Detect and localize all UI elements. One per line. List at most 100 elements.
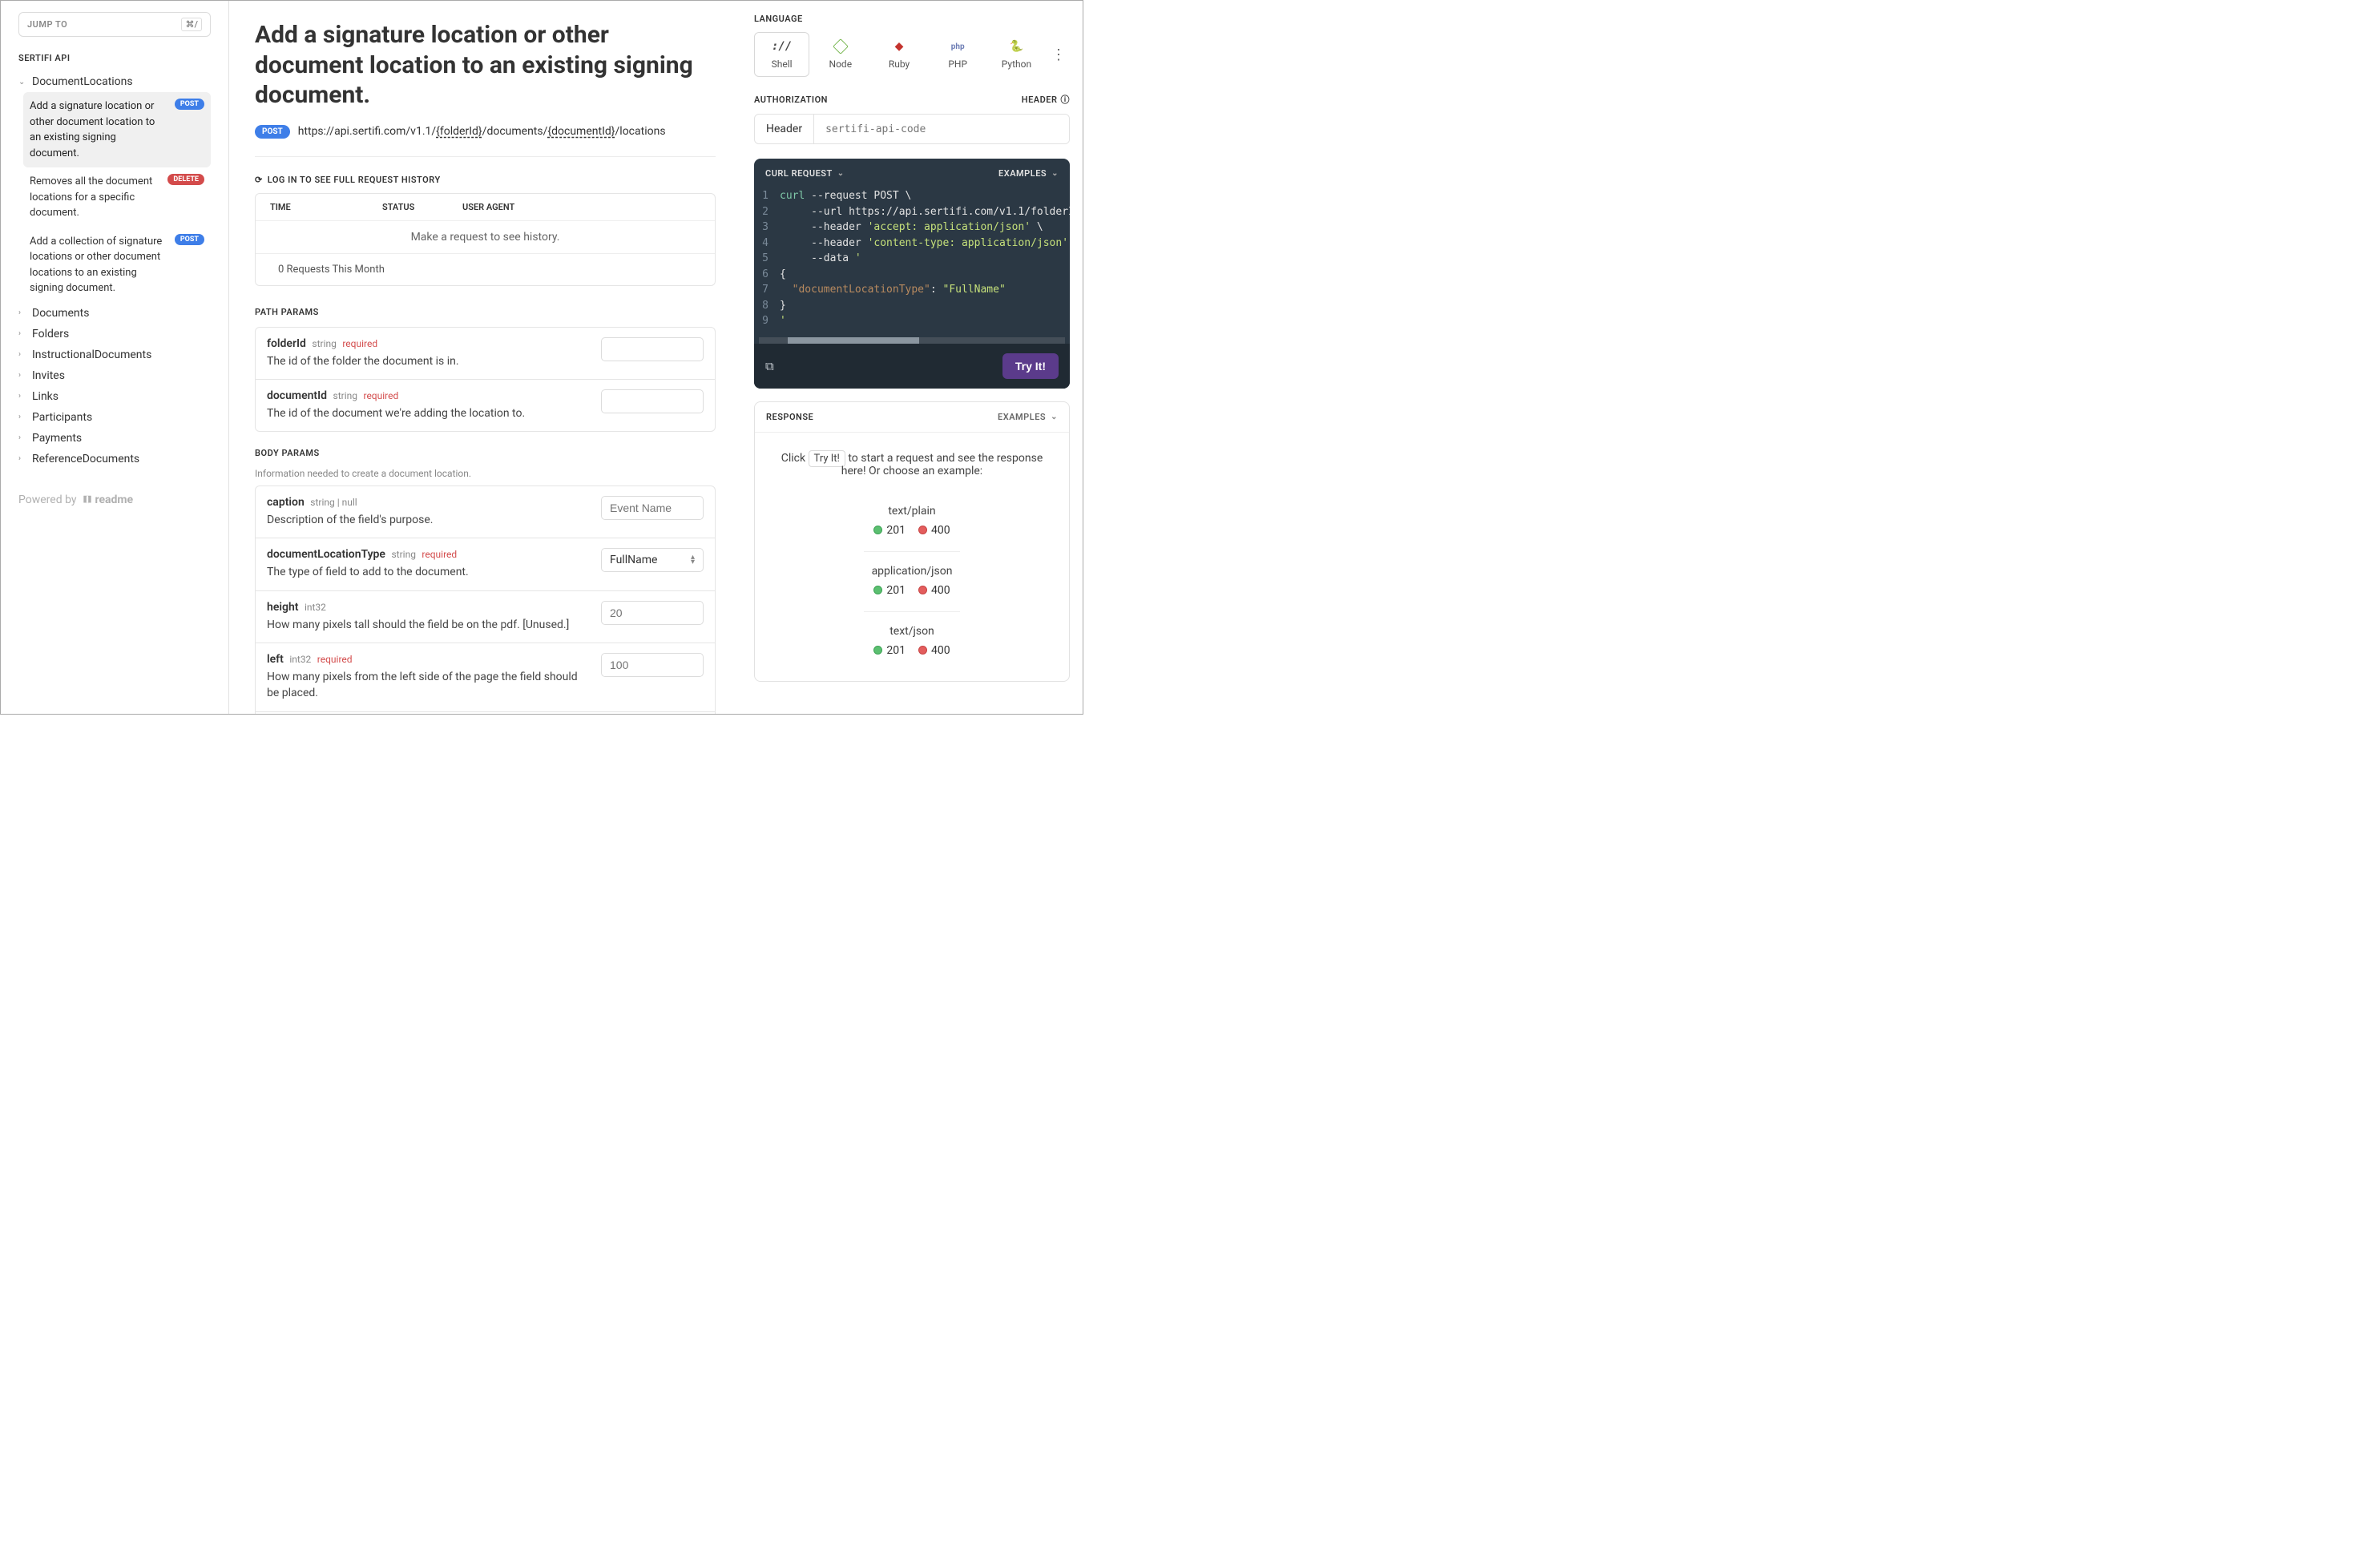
sidebar-section-folders[interactable]: ›Folders <box>18 324 211 344</box>
param-row-caption: caption string | null Description of the… <box>256 486 715 538</box>
response-body: Click Try It! to start a request and see… <box>755 433 1069 497</box>
status-code: 400 <box>931 644 950 657</box>
python-icon: 🐍 <box>1009 39 1023 54</box>
param-type: string <box>333 390 357 401</box>
horizontal-scrollbar[interactable] <box>759 337 1065 344</box>
response-group-textplain[interactable]: text/plain 201 400 <box>873 497 950 545</box>
url-placeholder-folderid: {folderId} <box>436 125 482 138</box>
left-input[interactable] <box>601 653 704 677</box>
sidebar-section-invites[interactable]: ›Invites <box>18 365 211 386</box>
sidebar-section-documents[interactable]: ›Documents <box>18 303 211 324</box>
param-name: left <box>267 653 284 666</box>
response-group-textjson[interactable]: text/json 201 400 <box>864 611 960 665</box>
sidebar-item-add-collection[interactable]: Add a collection of signature locations … <box>23 228 211 303</box>
jump-to-shortcut: ⌘/ <box>181 18 202 31</box>
response-examples-dropdown[interactable]: EXAMPLES ⌄ <box>998 412 1058 422</box>
caption-input[interactable] <box>601 496 704 520</box>
status-code: 400 <box>931 584 950 597</box>
chevron-down-icon: ⌄ <box>18 78 28 87</box>
param-row-documentlocationtype: documentLocationType string required The… <box>256 538 715 590</box>
chevron-down-icon: ⌄ <box>1051 169 1059 178</box>
param-name: documentLocationType <box>267 548 385 561</box>
shell-icon: :// <box>775 39 789 54</box>
method-badge-post: POST <box>175 99 204 110</box>
sidebar-section-referencedocuments[interactable]: ›ReferenceDocuments <box>18 449 211 469</box>
status-201[interactable]: 201 <box>873 584 906 597</box>
auth-field-label: Header <box>755 115 814 143</box>
param-desc: How many pixels from the left side of th… <box>267 669 588 702</box>
api-header: SERTIFI API <box>18 53 211 63</box>
examples-dropdown[interactable]: EXAMPLES ⌄ <box>998 168 1059 179</box>
param-name: folderId <box>267 337 306 350</box>
status-201[interactable]: 201 <box>873 644 906 657</box>
sidebar-item-remove-locations[interactable]: Removes all the document locations for a… <box>23 167 211 228</box>
url-suffix: /locations <box>615 125 666 138</box>
lang-node[interactable]: Node <box>813 32 868 77</box>
sidebar-section-links[interactable]: ›Links <box>18 386 211 407</box>
folderid-input[interactable] <box>601 337 704 361</box>
auth-header-input[interactable] <box>814 115 1069 143</box>
lang-shell[interactable]: :// Shell <box>754 32 809 77</box>
login-label-text: LOG IN TO SEE FULL REQUEST HISTORY <box>268 175 441 185</box>
body-params-title: BODY PARAMS <box>255 448 716 458</box>
status-400[interactable]: 400 <box>918 644 950 657</box>
status-201[interactable]: 201 <box>873 524 906 537</box>
language-label: LANGUAGE <box>754 14 1070 24</box>
try-it-button[interactable]: Try It! <box>1002 353 1059 379</box>
auth-header-label[interactable]: HEADER ⓘ <box>1022 93 1070 106</box>
status-dot-green <box>873 646 882 655</box>
body-params-sub: Information needed to create a document … <box>255 468 716 479</box>
tryit-pill: Try It! <box>809 450 845 467</box>
response-group-appjson[interactable]: application/json 201 400 <box>864 551 960 605</box>
param-row-folderid: folderId string required The id of the f… <box>256 328 715 380</box>
powered-by[interactable]: Powered by readme <box>18 494 211 506</box>
documentid-input[interactable] <box>601 389 704 413</box>
code-block[interactable]: 1curl --request POST \2 --url https://ap… <box>754 188 1070 337</box>
clock-icon: ⟳ <box>255 175 263 185</box>
history-footer: 0 Requests This Month <box>256 253 715 285</box>
lang-python[interactable]: 🐍 Python <box>989 32 1044 77</box>
param-type: int32 <box>305 602 326 613</box>
param-type: string <box>312 338 336 349</box>
param-type: int32 <box>289 654 311 665</box>
sidebar-section-label: Invites <box>32 369 65 382</box>
select-value: FullName <box>610 554 657 566</box>
lang-ruby[interactable]: ◆ Ruby <box>871 32 926 77</box>
resp-text-1: Click <box>781 452 809 465</box>
status-400[interactable]: 400 <box>918 524 950 537</box>
param-name: caption <box>267 496 305 509</box>
sidebar-section-payments[interactable]: ›Payments <box>18 428 211 449</box>
sidebar-section-instructionaldocuments[interactable]: ›InstructionalDocuments <box>18 344 211 365</box>
sidebar-item-add-location[interactable]: Add a signature location or other docume… <box>23 92 211 167</box>
status-dot-red <box>918 646 927 655</box>
param-desc: The type of field to add to the document… <box>267 564 588 580</box>
status-400[interactable]: 400 <box>918 584 950 597</box>
lang-more-button[interactable]: ⋮ <box>1047 46 1070 63</box>
info-icon: ⓘ <box>1061 93 1071 106</box>
chevron-right-icon: › <box>18 329 28 338</box>
param-row-documentid: documentId string required The id of the… <box>256 380 715 431</box>
lang-name: Python <box>1002 58 1031 70</box>
node-icon <box>833 39 848 54</box>
param-desc: The id of the folder the document is in. <box>267 353 588 369</box>
jump-to-search[interactable]: JUMP TO ⌘/ <box>18 12 211 37</box>
curl-request-label[interactable]: CURL REQUEST ⌄ <box>765 168 845 179</box>
lang-php[interactable]: php PHP <box>930 32 986 77</box>
sidebar-section-documentlocations[interactable]: ⌄ DocumentLocations <box>18 71 211 92</box>
history-header: TIME STATUS USER AGENT <box>256 194 715 221</box>
param-desc: Description of the field's purpose. <box>267 512 588 528</box>
sidebar-section-participants[interactable]: ›Participants <box>18 407 211 428</box>
height-input[interactable] <box>601 601 704 625</box>
documentlocationtype-select[interactable]: FullName ▴▾ <box>601 548 704 572</box>
chevron-right-icon: › <box>18 392 28 401</box>
right-panel: LANGUAGE :// Shell Node ◆ Ruby php PHP 🐍… <box>741 1 1083 714</box>
param-required: required <box>422 549 457 560</box>
param-required: required <box>317 654 353 665</box>
book-icon <box>82 494 93 506</box>
chevron-right-icon: › <box>18 308 28 317</box>
copy-icon[interactable]: ⧉ <box>765 359 774 373</box>
param-required: required <box>342 338 377 349</box>
login-history-label[interactable]: ⟳ LOG IN TO SEE FULL REQUEST HISTORY <box>255 175 716 185</box>
param-desc: How many pixels tall should the field be… <box>267 617 588 633</box>
history-col-status: STATUS <box>382 202 462 212</box>
